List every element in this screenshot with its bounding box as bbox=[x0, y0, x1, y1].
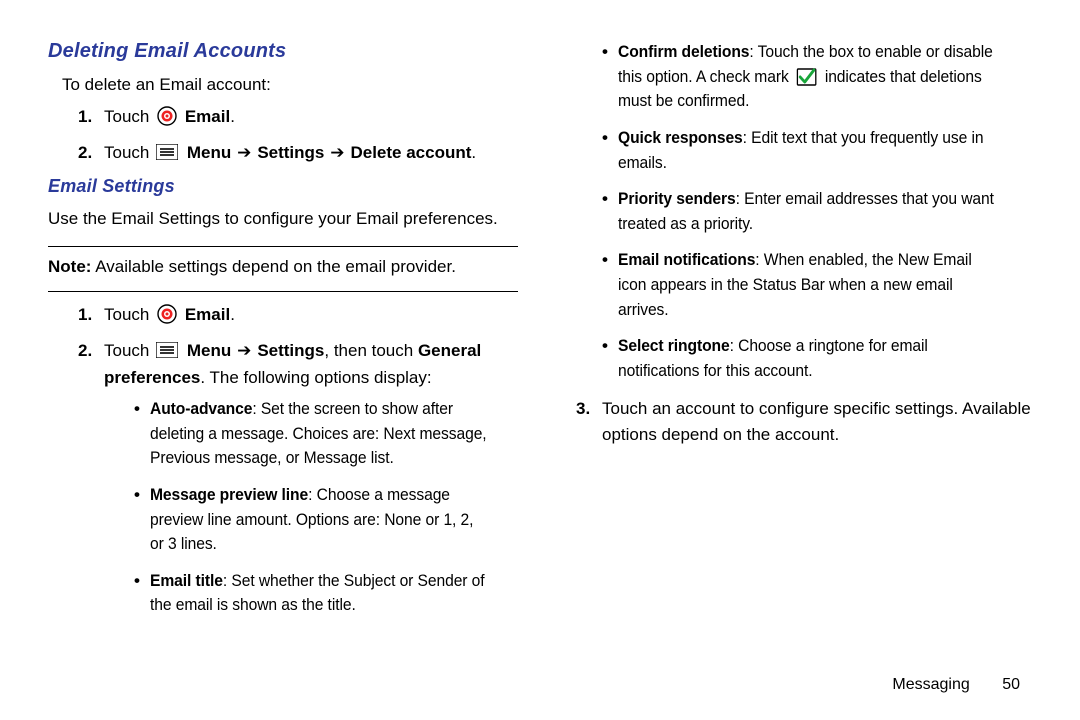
option-message-preview: • Message preview line: Choose a message… bbox=[134, 483, 518, 557]
option-auto-advance: • Auto-advance: Set the screen to show a… bbox=[134, 397, 518, 471]
option-email-notifications: • Email notifications: When enabled, the… bbox=[602, 248, 1032, 322]
settings-intro: Use the Email Settings to configure your… bbox=[48, 207, 518, 232]
step-3: 3. Touch an account to configure specifi… bbox=[576, 396, 1032, 449]
intro-text: To delete an Email account: bbox=[62, 73, 518, 98]
note-line: Note: Available settings depend on the e… bbox=[48, 257, 518, 277]
general-options-list: • Auto-advance: Set the screen to show a… bbox=[134, 397, 518, 618]
delete-steps: 1. Touch Email. 2. Touch Menu ➔ Setting bbox=[78, 104, 518, 167]
step-number: 2. bbox=[78, 140, 104, 166]
checkmark-icon bbox=[797, 68, 817, 86]
heading-deleting: Deleting Email Accounts bbox=[48, 40, 518, 63]
option-confirm-deletions: • Confirm deletions: Touch the box to en… bbox=[602, 40, 1032, 114]
divider bbox=[48, 291, 518, 292]
page-footer: Messaging 50 bbox=[892, 676, 1020, 694]
section-name: Messaging bbox=[892, 676, 969, 693]
left-column: Deleting Email Accounts To delete an Ema… bbox=[48, 40, 518, 680]
step-body: Touch Email. bbox=[104, 104, 235, 130]
menu-icon bbox=[156, 142, 178, 158]
page-number: 50 bbox=[1002, 676, 1020, 693]
heading-email-settings: Email Settings bbox=[48, 176, 518, 197]
option-priority-senders: • Priority senders: Enter email addresse… bbox=[602, 187, 1032, 236]
step-body: Touch an account to configure specific s… bbox=[602, 396, 1032, 449]
step-1: 1. Touch Email. bbox=[78, 302, 518, 328]
step-1: 1. Touch Email. bbox=[78, 104, 518, 130]
continued-steps: 3. Touch an account to configure specifi… bbox=[576, 396, 1032, 449]
divider bbox=[48, 246, 518, 247]
email-app-icon bbox=[157, 304, 177, 324]
settings-steps: 1. Touch Email. 2. Touch Menu ➔ Setting bbox=[78, 302, 518, 630]
step-number: 1. bbox=[78, 302, 104, 328]
step-2: 2. Touch Menu ➔ Settings ➔ Delete accoun… bbox=[78, 140, 518, 166]
step-body: Touch Menu ➔ Settings ➔ Delete account. bbox=[104, 140, 476, 166]
step-number: 1. bbox=[78, 104, 104, 130]
step-number: 2. bbox=[78, 338, 104, 364]
step-body: Touch Menu ➔ Settings, then touch Genera… bbox=[104, 338, 518, 630]
manual-page: Deleting Email Accounts To delete an Ema… bbox=[0, 0, 1080, 700]
email-app-icon bbox=[157, 106, 177, 126]
continued-options-list: • Confirm deletions: Touch the box to en… bbox=[602, 40, 1032, 384]
option-quick-responses: • Quick responses: Edit text that you fr… bbox=[602, 126, 1032, 175]
step-2: 2. Touch Menu ➔ Settings, then touch Gen… bbox=[78, 338, 518, 630]
right-column: • Confirm deletions: Touch the box to en… bbox=[562, 40, 1032, 680]
menu-icon bbox=[156, 340, 178, 356]
step-number: 3. bbox=[576, 396, 602, 422]
option-select-ringtone: • Select ringtone: Choose a ringtone for… bbox=[602, 334, 1032, 383]
option-email-title: • Email title: Set whether the Subject o… bbox=[134, 569, 518, 618]
step-body: Touch Email. bbox=[104, 302, 235, 328]
